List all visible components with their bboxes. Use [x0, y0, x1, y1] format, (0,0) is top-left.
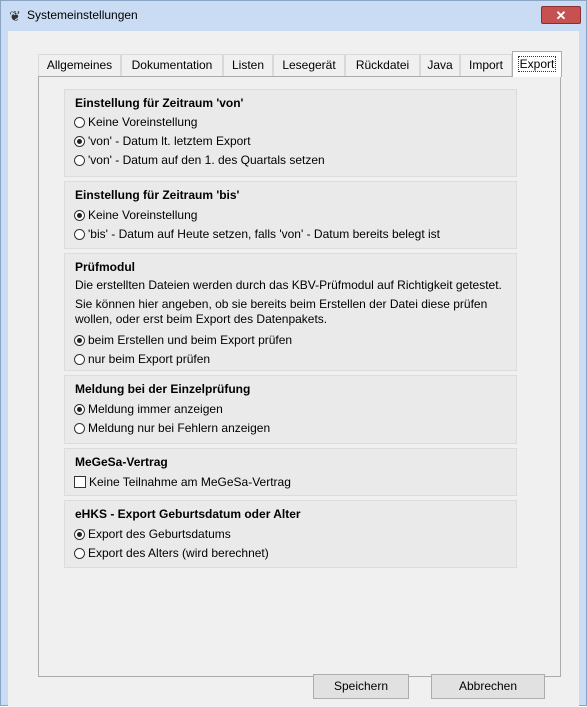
radio-indicator[interactable] — [74, 155, 85, 166]
radio-meldung-fehler[interactable]: Meldung nur bei Fehlern anzeigen — [74, 420, 270, 436]
tab-rueckdatei[interactable]: Rückdatei — [345, 54, 420, 76]
group-pruefmodul: Prüfmodul Die erstellten Dateien werden … — [64, 253, 517, 371]
radio-indicator[interactable] — [74, 354, 85, 365]
dialog-body: Allgemeines Dokumentation Listen Leseger… — [8, 31, 579, 707]
window-title: Systemeinstellungen — [27, 8, 138, 22]
group-title: Prüfmodul — [75, 260, 135, 274]
radio-pruefen-nur-export[interactable]: nur beim Export prüfen — [74, 351, 210, 367]
radio-indicator[interactable] — [74, 335, 85, 346]
settings-window: ❦ Systemeinstellungen ✕ Allgemeines Doku… — [0, 0, 587, 707]
group-megesa: MeGeSa-Vertrag Keine Teilnahme am MeGeSa… — [64, 448, 517, 496]
radio-meldung-immer[interactable]: Meldung immer anzeigen — [74, 401, 223, 417]
radio-von-letzter-export[interactable]: 'von' - Datum lt. letztem Export — [74, 133, 251, 149]
radio-bis-keine[interactable]: Keine Voreinstellung — [74, 207, 197, 223]
app-icon: ❦ — [9, 8, 21, 24]
pruefmodul-description: Die erstellten Dateien werden durch das … — [75, 278, 502, 292]
checkbox-indicator[interactable] — [74, 476, 86, 488]
radio-indicator[interactable] — [74, 229, 85, 240]
group-meldung: Meldung bei der Einzelprüfung Meldung im… — [64, 375, 517, 444]
group-title: Einstellung für Zeitraum 'bis' — [75, 188, 240, 202]
radio-indicator[interactable] — [74, 529, 85, 540]
group-ehks: eHKS - Export Geburtsdatum oder Alter Ex… — [64, 500, 517, 568]
export-tab-panel: Einstellung für Zeitraum 'von' Keine Vor… — [38, 76, 561, 677]
radio-export-alter[interactable]: Export des Alters (wird berechnet) — [74, 545, 269, 561]
pruefmodul-hint-line1: Sie können hier angeben, ob sie bereits … — [75, 297, 488, 311]
tab-export[interactable]: Export — [512, 51, 562, 77]
radio-export-geburtsdatum[interactable]: Export des Geburtsdatums — [74, 526, 231, 542]
radio-indicator[interactable] — [74, 548, 85, 559]
group-title: eHKS - Export Geburtsdatum oder Alter — [75, 507, 301, 521]
group-title: MeGeSa-Vertrag — [75, 455, 168, 469]
radio-indicator[interactable] — [74, 210, 85, 221]
tab-dokumentation[interactable]: Dokumentation — [121, 54, 223, 76]
title-bar[interactable]: ❦ Systemeinstellungen ✕ — [1, 1, 586, 31]
tab-listen[interactable]: Listen — [223, 54, 273, 76]
group-title: Meldung bei der Einzelprüfung — [75, 382, 251, 396]
radio-von-quartal[interactable]: 'von' - Datum auf den 1. des Quartals se… — [74, 152, 325, 168]
tab-allgemeines[interactable]: Allgemeines — [38, 54, 121, 76]
group-zeitraum-von: Einstellung für Zeitraum 'von' Keine Vor… — [64, 89, 517, 177]
close-icon: ✕ — [555, 8, 567, 23]
radio-indicator[interactable] — [74, 423, 85, 434]
radio-von-keine[interactable]: Keine Voreinstellung — [74, 114, 197, 130]
radio-indicator[interactable] — [74, 117, 85, 128]
group-title: Einstellung für Zeitraum 'von' — [75, 96, 244, 110]
checkbox-megesa[interactable]: Keine Teilnahme am MeGeSa-Vertrag — [74, 474, 291, 490]
close-button[interactable]: ✕ — [541, 6, 581, 24]
tab-java[interactable]: Java — [420, 54, 460, 76]
pruefmodul-hint-line2: wollen, oder erst beim Export des Datenp… — [75, 312, 328, 326]
radio-indicator[interactable] — [74, 404, 85, 415]
tab-import[interactable]: Import — [460, 54, 512, 76]
radio-bis-heute[interactable]: 'bis' - Datum auf Heute setzen, falls 'v… — [74, 226, 440, 242]
group-zeitraum-bis: Einstellung für Zeitraum 'bis' Keine Vor… — [64, 181, 517, 249]
tab-lesegeraet[interactable]: Lesegerät — [273, 54, 345, 76]
radio-pruefen-erstellen-export[interactable]: beim Erstellen und beim Export prüfen — [74, 332, 292, 348]
save-button[interactable]: Speichern — [313, 674, 409, 699]
cancel-button[interactable]: Abbrechen — [431, 674, 545, 699]
radio-indicator[interactable] — [74, 136, 85, 147]
